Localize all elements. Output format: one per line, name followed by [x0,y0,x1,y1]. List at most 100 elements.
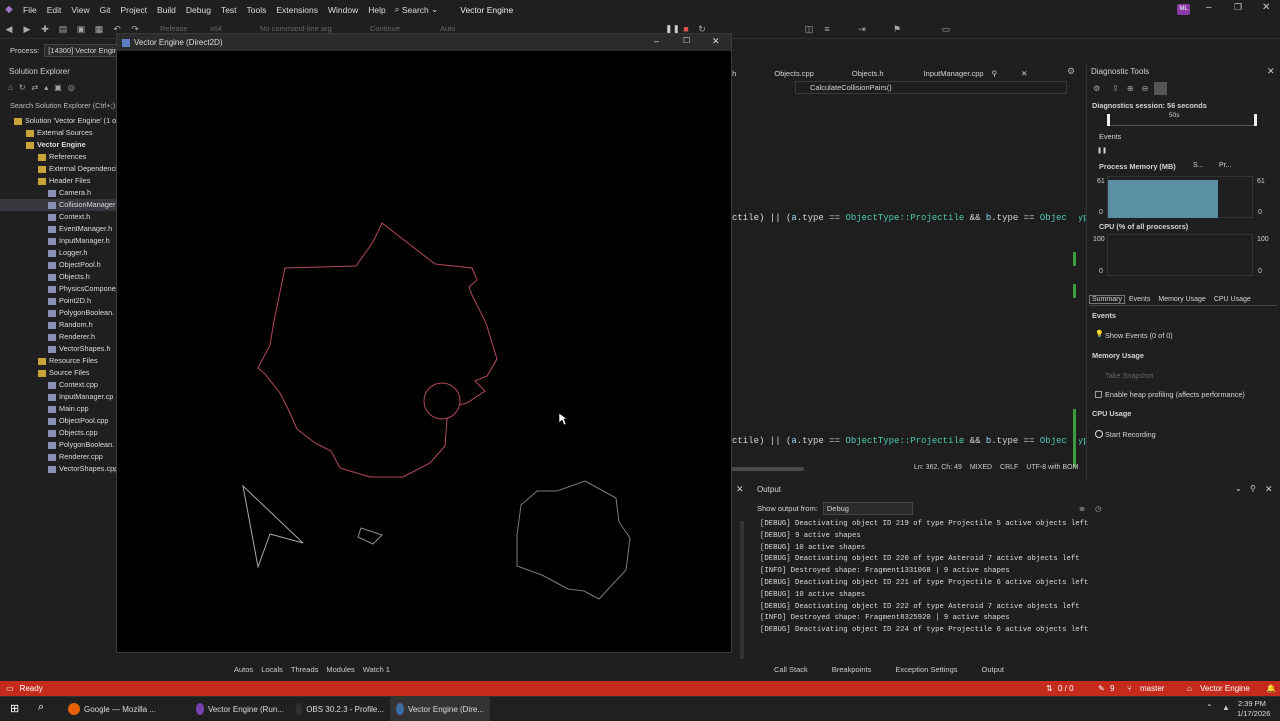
horizontal-scrollbar[interactable] [730,467,804,471]
pause-icon[interactable]: ❚❚ [1097,147,1107,154]
tree-item[interactable]: Logger.h [0,247,116,259]
pin-icon[interactable]: ⚲ [1250,484,1256,493]
zoom-in-icon[interactable]: ⊕ [1127,84,1134,93]
switch-view-icon[interactable]: ⇄ [32,83,39,92]
tab-cpu-usage[interactable]: CPU Usage [1214,296,1251,303]
menu-item-project[interactable]: Project [116,5,152,15]
menu-item-view[interactable]: View [66,5,94,15]
tab-summary[interactable]: Summary [1089,295,1125,304]
word-wrap-icon[interactable]: ≣ [1079,504,1085,513]
indent-icon[interactable]: ⇥ [856,23,868,35]
config-select[interactable]: Release [160,24,210,33]
tab-watch-1[interactable]: Watch 1 [359,665,394,674]
tree-item[interactable]: Camera.h [0,187,116,199]
tree-item[interactable]: EventManager.h [0,223,116,235]
tree-item[interactable]: Header Files [0,175,116,187]
avatar[interactable]: ML [1177,4,1190,15]
output-source-select[interactable]: Debug [822,501,913,515]
bell-icon[interactable]: 🔔 [1266,684,1276,693]
tab-output[interactable]: Output [970,665,1017,674]
output-close-icon[interactable]: ✕ [1265,484,1273,495]
format-icon[interactable]: ≡ [821,23,833,35]
minimize-icon[interactable]: – [1206,2,1212,13]
tree-item[interactable]: Source Files [0,367,116,379]
game-canvas[interactable] [117,51,731,652]
tree-item[interactable]: Objects.cpp [0,427,116,439]
tree-item[interactable]: InputManager.cp [0,391,116,403]
start-recording-button[interactable]: Start Recording [1105,430,1156,439]
home-icon[interactable]: ⌂ [8,83,13,92]
tab-locals[interactable]: Locals [257,665,287,674]
tab-events[interactable]: Events [1129,296,1150,303]
clock-time[interactable]: 2:39 PM [1238,699,1266,708]
status-branch[interactable]: master [1140,684,1164,693]
tree-item[interactable]: Random.h [0,319,116,331]
code-line-1[interactable]: ctile) || (a.type == ObjectType::Project… [732,213,1099,223]
taskbar-app[interactable]: OBS 30.2.3 - Profile... [290,697,390,721]
tree-item[interactable]: Context.h [0,211,116,223]
diag-close-icon[interactable]: ✕ [1267,66,1275,77]
menu-item-file[interactable]: File [18,5,42,15]
tree-item[interactable]: PhysicsComponent [0,283,122,295]
collapse-icon[interactable]: ▴ [44,83,48,92]
tab-modules[interactable]: Modules [322,665,358,674]
close-icon[interactable]: ✕ [712,36,720,47]
save-icon[interactable]: ▣ [75,23,87,35]
network-icon[interactable]: ▲ [1222,703,1230,712]
settings-gear-icon[interactable]: ⚙ [1093,84,1100,93]
clock-icon[interactable]: ◷ [1095,504,1102,513]
continue-button[interactable]: Continue [356,24,440,33]
tab-inputmanager-cpp[interactable]: InputManager.cpp [924,69,984,78]
sync-icon[interactable]: ⇅ [1046,684,1053,693]
new-item-icon[interactable]: ✚ [39,23,51,35]
tree-item[interactable]: PolygonBoolean. [0,439,116,451]
cpu-section-label[interactable]: CPU (% of all processors) [1099,222,1188,231]
take-snapshot-button[interactable]: Take Snapshot [1105,371,1153,380]
menu-item-build[interactable]: Build [152,5,181,15]
tree-item[interactable]: Vector Engine [0,139,116,151]
settings-gear-icon[interactable]: ⚙ [1067,66,1075,77]
search-box[interactable]: ⌕ Search ⌄ [395,4,439,15]
game-window[interactable]: Vector Engine (Direct2D) – ☐ ✕ [116,33,732,653]
output-scrollbar[interactable] [740,521,744,659]
heap-profiling-label[interactable]: Enable heap profiling (affects performan… [1105,390,1245,399]
comment-icon[interactable]: ▭ [940,23,952,35]
preview-icon[interactable]: ◎ [68,83,75,92]
menu-item-test[interactable]: Test [216,5,242,15]
timeline[interactable]: 50s [1107,112,1257,126]
vertical-scrollbar[interactable] [1067,94,1079,470]
tree-item[interactable]: Resource Files [0,355,116,367]
windows-start-icon[interactable]: ⊞ [10,702,19,715]
branch-icon[interactable]: ⑂ [1127,684,1132,693]
taskbar-app[interactable]: Google — Mozilla ... [62,697,162,721]
tree-item[interactable]: ObjectPool.cpp [0,415,116,427]
menu-item-window[interactable]: Window [323,5,363,15]
tree-item[interactable]: Point2D.h [0,295,116,307]
line-ending[interactable]: CRLF [1000,464,1018,471]
code-line-2[interactable]: ctile) || (a.type == ObjectType::Project… [732,436,1099,446]
tab-autos[interactable]: Autos [230,665,257,674]
platform-select[interactable]: x64 [210,24,260,33]
args-select[interactable]: No command-line arg [260,24,356,33]
tree-item[interactable]: VectorShapes.h [0,343,116,355]
game-window-titlebar[interactable]: Vector Engine (Direct2D) – ☐ ✕ [117,34,731,51]
bookmark-icon[interactable]: ⚑ [891,23,903,35]
taskbar-app[interactable]: Vector Engine (Run... [190,697,290,721]
tree-item[interactable]: Context.cpp [0,379,116,391]
zoom-out-icon[interactable]: ⊖ [1142,84,1149,93]
status-changes[interactable]: 9 [1110,684,1114,693]
tree-item[interactable]: PolygonBoolean. [0,307,116,319]
tree-item[interactable]: Objects.h [0,271,116,283]
tab-objects-h[interactable]: Objects.h [852,69,884,78]
tree-item[interactable]: Solution 'Vector Engine' (1 of [0,115,118,127]
tab-threads[interactable]: Threads [287,665,323,674]
tab-memory-usage[interactable]: Memory Usage [1158,296,1205,303]
tree-item[interactable]: InputManager.h [0,235,116,247]
repo-icon[interactable]: ⌂ [1187,684,1192,693]
tree-item[interactable]: References [0,151,116,163]
tab-close-icon[interactable]: ✕ [1021,69,1027,78]
cursor-position[interactable]: Ln: 362, Ch: 49 [914,464,962,471]
memory-section-label[interactable]: Process Memory (MB) [1099,162,1176,171]
dropdown-icon[interactable]: ⌄ [1235,484,1242,493]
menu-item-help[interactable]: Help [363,5,390,15]
